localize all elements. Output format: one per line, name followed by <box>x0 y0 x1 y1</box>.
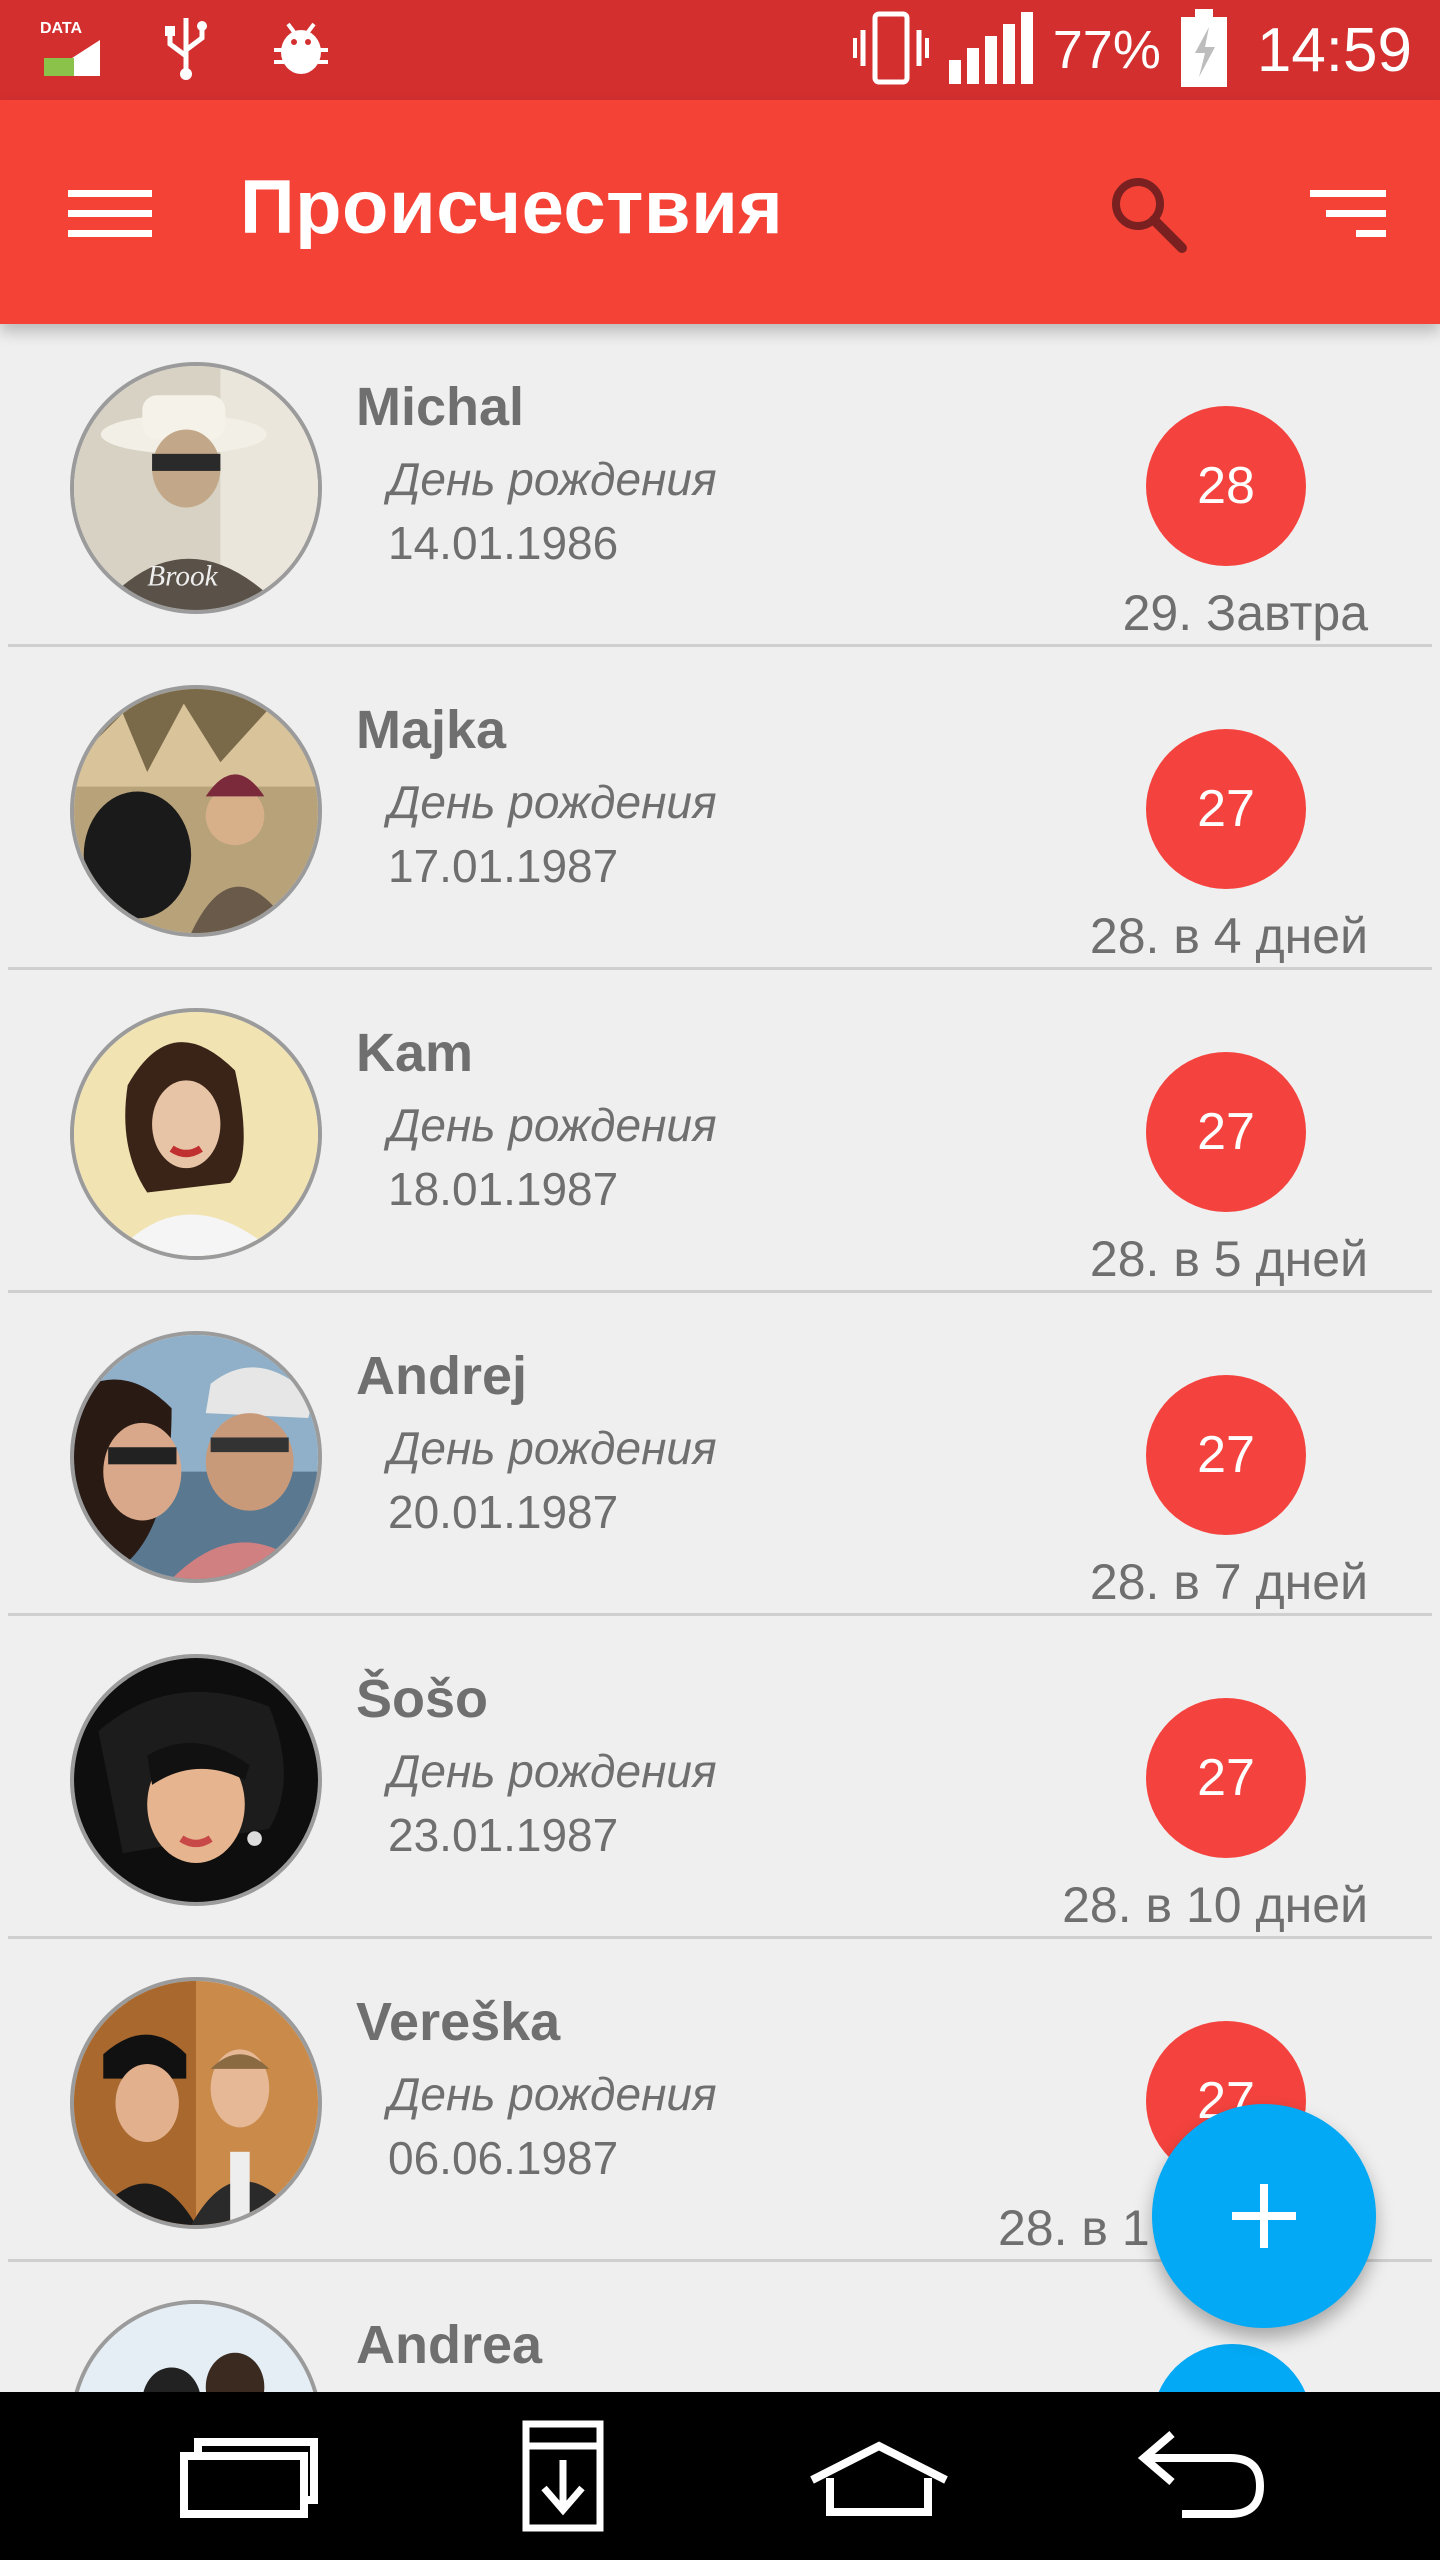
data-icon: DATA <box>40 20 104 80</box>
contact-name: Kam <box>356 1023 474 1083</box>
countdown-text: 28. в 10 дней <box>1062 1877 1368 1933</box>
event-date: 23.01.1987 <box>388 1809 619 1861</box>
age-badge: 27 <box>1146 1698 1306 1858</box>
svg-text:Brook: Brook <box>147 561 218 593</box>
event-date: 17.01.1987 <box>388 840 619 892</box>
events-list: Brook Michal День рождения 14.01.1986 28… <box>0 324 1440 2392</box>
countdown-text: 28. в 1 <box>998 2200 1150 2256</box>
avatar <box>70 2300 322 2392</box>
status-bar: DATA 77% 14:59 <box>0 0 1440 100</box>
battery-icon <box>1179 7 1229 93</box>
countdown-text: 28. в 5 дней <box>1089 1231 1368 1287</box>
vibrate-icon <box>852 8 929 92</box>
android-debug-icon <box>268 18 334 82</box>
back-icon[interactable] <box>1120 2416 1270 2536</box>
list-item[interactable]: Brook Michal День рождения 14.01.1986 28… <box>0 324 1440 647</box>
avatar <box>70 1008 322 1260</box>
countdown-text: 28. в 7 дней <box>1089 1554 1368 1610</box>
event-date: 20.01.1987 <box>388 1486 619 1538</box>
avatar <box>70 1654 322 1906</box>
page-title: Происчествия <box>240 165 784 250</box>
age-badge: 27 <box>1146 729 1306 889</box>
app-bar: Происчествия <box>0 100 1440 324</box>
search-icon[interactable] <box>1106 172 1190 256</box>
event-type: День рождения <box>388 1099 717 1151</box>
usb-icon <box>164 16 208 84</box>
list-item[interactable]: Majka День рождения 17.01.1987 27 28. в … <box>0 647 1440 970</box>
age-badge: 27 <box>1146 1052 1306 1212</box>
event-date: 06.06.1987 <box>388 2132 619 2184</box>
clock: 14:59 <box>1256 15 1412 85</box>
avatar <box>70 1977 322 2229</box>
countdown-text: 28. в 4 дней <box>1089 908 1368 964</box>
menu-icon[interactable] <box>68 182 154 242</box>
event-date: 18.01.1987 <box>388 1163 619 1215</box>
age-badge: 27 <box>1146 1375 1306 1535</box>
contact-name: Majka <box>356 700 507 760</box>
add-event-button[interactable] <box>1152 2104 1376 2328</box>
avatar: Brook <box>70 362 322 614</box>
contact-name: Michal <box>356 377 525 437</box>
age-badge: 28 <box>1146 406 1306 566</box>
contact-name: Andrej <box>356 1346 528 1406</box>
event-type: День рождения <box>388 2068 717 2120</box>
avatar <box>70 1331 322 1583</box>
download-icon[interactable] <box>486 2416 636 2536</box>
countdown-text: 29. Завтра <box>1122 585 1368 641</box>
event-type: День рождения <box>388 776 717 828</box>
battery-percent: 77% <box>1052 20 1161 80</box>
home-icon[interactable] <box>804 2416 954 2536</box>
list-item[interactable]: Andrej День рождения 20.01.1987 27 28. в… <box>0 1293 1440 1616</box>
event-type: День рождения <box>388 1745 717 1797</box>
recent-apps-icon[interactable] <box>170 2416 320 2536</box>
event-type: День рождения <box>388 453 717 505</box>
contact-name: Šošo <box>356 1669 489 1729</box>
navigation-bar <box>0 2392 1440 2560</box>
list-item[interactable]: Šošo День рождения 23.01.1987 27 28. в 1… <box>0 1616 1440 1939</box>
avatar <box>70 685 322 937</box>
event-date: 14.01.1986 <box>388 517 619 569</box>
signal-icon <box>947 10 1035 90</box>
list-item[interactable]: Kam День рождения 18.01.1987 27 28. в 5 … <box>0 970 1440 1293</box>
event-type: День рождения <box>388 1422 717 1474</box>
plus-icon <box>1232 2184 1296 2248</box>
sort-icon[interactable] <box>1302 184 1386 244</box>
contact-name: Andrea <box>356 2315 543 2375</box>
contact-name: Vereška <box>356 1992 561 2052</box>
